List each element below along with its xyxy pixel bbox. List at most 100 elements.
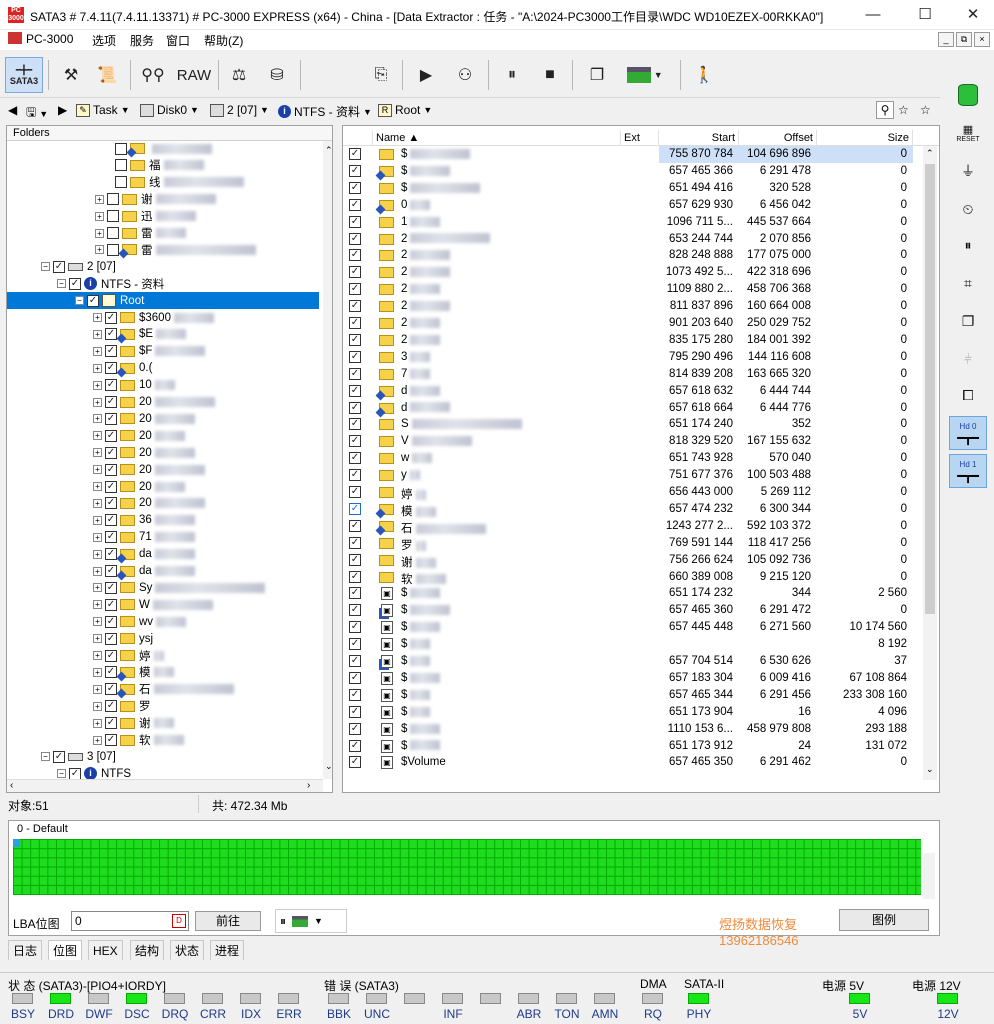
tree-node[interactable] [7, 140, 319, 157]
file-checkbox[interactable]: ✓ [349, 469, 361, 482]
tree-node[interactable]: + ✓ 20 [7, 427, 319, 444]
tree-node[interactable]: + ✓ ysj [7, 630, 319, 647]
mdi-restore-button[interactable]: ⧉ [956, 32, 972, 47]
tree-checkbox[interactable]: ✓ [105, 429, 117, 442]
tab-process[interactable]: 进程 [210, 940, 245, 960]
file-checkbox[interactable]: ✓ [349, 621, 361, 634]
tree-checkbox[interactable] [107, 210, 119, 223]
file-checkbox[interactable]: ✓ [349, 232, 361, 245]
play-button[interactable]: ▶ [412, 57, 440, 93]
export-button[interactable]: ⎘ [366, 57, 396, 93]
file-checkbox[interactable]: ✓ [349, 384, 361, 397]
pause-button[interactable]: ⏸ [498, 57, 526, 93]
file-row[interactable]: ✓ 2 828 248 888 177 075 000 0 [343, 247, 923, 264]
file-checkbox[interactable]: ✓ [349, 536, 361, 549]
file-row[interactable]: ✓ 1 1096 711 5... 445 537 664 0 [343, 214, 923, 231]
file-row[interactable]: ✓ ▣ $657 445 448 6 271 560 10 174 560 [343, 619, 923, 636]
file-row[interactable]: ✓ 2 1109 880 2... 458 706 368 0 [343, 281, 923, 298]
file-row[interactable]: ✓ 0 657 629 930 6 456 042 0 [343, 197, 923, 214]
tab-bitmap[interactable]: 位图 [48, 940, 83, 960]
expand-toggle[interactable]: + [93, 718, 102, 728]
back-button[interactable]: ◀ [8, 103, 17, 117]
tree-checkbox[interactable]: ✓ [87, 294, 99, 307]
file-checkbox[interactable]: ✓ [349, 350, 361, 363]
tree-node[interactable]: + ✓ $3600 [7, 309, 319, 326]
tree-node[interactable]: + ✓ 婷 [7, 647, 319, 664]
expand-toggle[interactable]: − [41, 752, 50, 762]
right-pause-button[interactable]: ⏸ [949, 228, 987, 262]
col-ext[interactable]: Ext [621, 130, 659, 146]
copy-button[interactable]: ❐ [582, 57, 612, 93]
file-checkbox[interactable]: ✓ [349, 164, 361, 177]
expand-toggle[interactable]: + [93, 667, 102, 677]
tree-checkbox[interactable]: ✓ [105, 632, 117, 645]
file-checkbox[interactable]: ✓ [349, 181, 361, 194]
tree-checkbox[interactable]: ✓ [105, 700, 117, 713]
exit-button[interactable]: 🚶 [690, 57, 718, 93]
file-checkbox[interactable]: ✓ [349, 418, 361, 431]
tree-node[interactable]: 线 [7, 174, 319, 191]
chevron-down-icon[interactable]: ▼ [314, 916, 323, 926]
legend-button[interactable]: 图例 [839, 909, 929, 931]
expand-toggle[interactable]: − [57, 279, 66, 289]
file-row[interactable]: ✓ ▣ $Volume 657 465 350 6 291 462 0 [343, 754, 923, 771]
file-checkbox[interactable]: ✓ [349, 722, 361, 735]
tree-checkbox[interactable]: ✓ [53, 260, 65, 273]
file-row[interactable]: ✓ 软 660 389 008 9 215 120 0 [343, 569, 923, 586]
goto-button[interactable]: 前往 [195, 911, 261, 931]
expand-toggle[interactable]: + [93, 313, 102, 322]
tree-checkbox[interactable]: ✓ [105, 328, 117, 341]
tree-checkbox[interactable]: ✓ [105, 446, 117, 459]
tree-node[interactable]: + ✓ 36 [7, 512, 319, 529]
tree-node[interactable]: + ✓ 20 [7, 478, 319, 495]
expand-toggle[interactable]: + [93, 617, 102, 627]
tree-checkbox[interactable]: ✓ [105, 666, 117, 679]
tree-node[interactable]: + ✓ 模 [7, 664, 319, 681]
file-checkbox[interactable]: ✓ [349, 300, 361, 313]
tree-node[interactable]: − ✓ 2 [07] [7, 258, 319, 275]
expand-toggle[interactable]: + [95, 245, 104, 255]
tree-node[interactable]: + 雷 [7, 241, 319, 258]
mdi-close-button[interactable]: × [974, 32, 990, 47]
file-row[interactable]: ✓ ▣ $657 465 360 6 291 472 0 [343, 602, 923, 619]
tree-node[interactable]: + ✓ 10 [7, 377, 319, 394]
tree-node[interactable]: + ✓ da [7, 546, 319, 563]
file-row[interactable]: ✓ 2 835 175 280 184 001 392 0 [343, 332, 923, 349]
file-row[interactable]: ✓ ▣ $657 465 344 6 291 456 233 308 160 [343, 687, 923, 704]
tree-checkbox[interactable]: ✓ [105, 412, 117, 425]
file-row[interactable]: ✓ $755 870 784 104 696 896 0 [343, 146, 923, 163]
file-checkbox[interactable]: ✓ [349, 367, 361, 380]
tree-checkbox[interactable]: ✓ [105, 463, 117, 476]
pause-icon[interactable]: ⏸ [280, 914, 286, 929]
tree-node[interactable]: + 谢 [7, 191, 319, 208]
power-db-button[interactable] [949, 78, 987, 112]
file-checkbox[interactable]: ✓ [349, 249, 361, 262]
expand-toggle[interactable]: + [93, 600, 102, 610]
menu-help[interactable]: 帮助(Z) [204, 32, 243, 49]
tree-node[interactable]: + ✓ 罗 [7, 698, 319, 715]
file-checkbox[interactable]: ✓ [349, 587, 361, 600]
tree-node[interactable]: + ✓ wv [7, 613, 319, 630]
sector-button[interactable]: ⌗ [949, 266, 987, 300]
file-checkbox[interactable]: ✓ [349, 215, 361, 228]
lba-input[interactable]: 0D [71, 911, 189, 931]
tab-structure[interactable]: 结构 [130, 940, 165, 960]
expand-toggle[interactable]: − [75, 296, 84, 306]
tree-node[interactable]: + 迅 [7, 208, 319, 225]
maximize-button[interactable]: ☐ [910, 4, 940, 26]
col-start[interactable]: Start [659, 130, 739, 146]
menu-pc3000[interactable]: PC-3000 [8, 32, 73, 46]
tree-checkbox[interactable]: ✓ [105, 581, 117, 594]
tree-checkbox[interactable]: ✓ [53, 750, 65, 763]
tree-node[interactable]: + 雷 [7, 225, 319, 242]
file-checkbox[interactable]: ✓ [349, 283, 361, 296]
expand-toggle[interactable]: + [93, 684, 102, 694]
file-checkbox[interactable]: ✓ [349, 333, 361, 346]
tree-checkbox[interactable]: ✓ [105, 379, 117, 392]
file-checkbox[interactable]: ✓ [349, 519, 361, 532]
breadcrumb-filesystem[interactable]: i NTFS - 资料 ▼ [278, 103, 372, 120]
connector-button[interactable]: ⧠ [949, 378, 987, 412]
file-checkbox[interactable]: ✓ [349, 739, 361, 752]
file-row[interactable]: ✓ $657 465 366 6 291 478 0 [343, 163, 923, 180]
map-view-button[interactable]: ▼ [620, 57, 670, 93]
